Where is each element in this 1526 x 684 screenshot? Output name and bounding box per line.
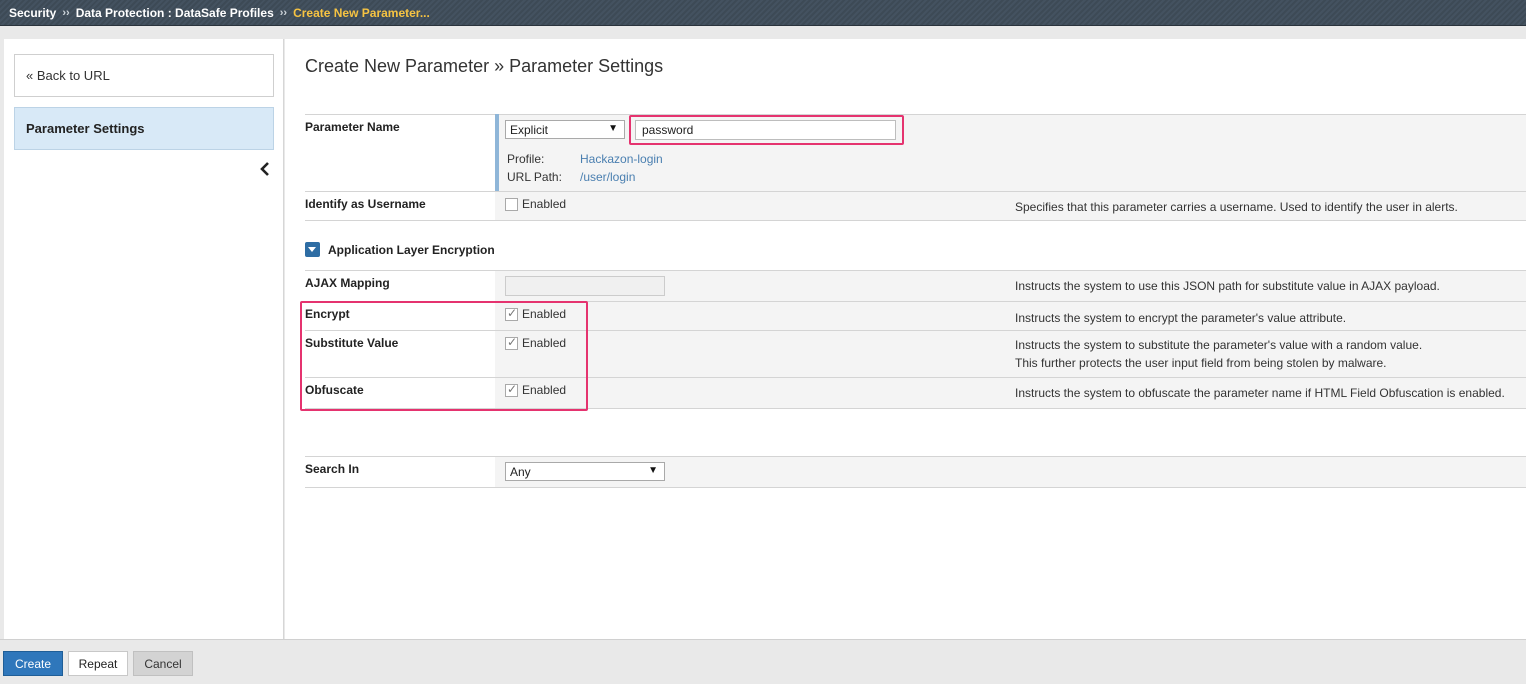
parameter-name-label: Parameter Name bbox=[305, 120, 400, 134]
profile-link[interactable]: Hackazon-login bbox=[580, 152, 663, 166]
obfuscate-field: Enabled bbox=[505, 382, 567, 397]
breadcrumb-current: Create New Parameter... bbox=[293, 5, 430, 20]
repeat-button[interactable]: Repeat bbox=[68, 651, 128, 676]
checkbox-label: Enabled bbox=[522, 307, 567, 321]
sidebar-item-parameter-settings[interactable]: Parameter Settings bbox=[14, 107, 274, 150]
main-panel: Create New Parameter » Parameter Setting… bbox=[285, 39, 1526, 639]
identify-username-field: Enabled bbox=[505, 197, 566, 211]
identify-username-label: Identify as Username bbox=[305, 197, 426, 211]
substitute-value-field: Enabled bbox=[505, 335, 567, 350]
search-in-selected: Any bbox=[510, 464, 531, 479]
substitute-value-checkbox bbox=[505, 335, 518, 350]
search-in-label: Search In bbox=[305, 462, 360, 476]
identify-username-checkbox[interactable] bbox=[505, 197, 518, 211]
cancel-button[interactable]: Cancel bbox=[133, 651, 193, 676]
search-in-select[interactable]: Any ▼ bbox=[505, 462, 665, 481]
obfuscate-description: Instructs the system to obfuscate the pa… bbox=[1015, 386, 1505, 400]
substitute-value-label: Substitute Value bbox=[305, 336, 399, 350]
breadcrumb: Security ›› Data Protection : DataSafe P… bbox=[0, 0, 1526, 26]
section-collapse-toggle-icon[interactable] bbox=[305, 242, 320, 257]
breadcrumb-item-datasafe-profiles[interactable]: Data Protection : DataSafe Profiles bbox=[76, 6, 274, 20]
parameter-type-selected: Explicit bbox=[510, 122, 549, 137]
encrypt-checkbox bbox=[505, 306, 518, 321]
checkbox-label: Enabled bbox=[522, 383, 567, 397]
breadcrumb-item-security[interactable]: Security bbox=[9, 6, 56, 20]
divider bbox=[305, 487, 1526, 488]
group-indicator-bar bbox=[495, 114, 499, 191]
sidebar: « Back to URL Parameter Settings bbox=[4, 39, 284, 639]
ajax-mapping-input bbox=[505, 276, 665, 296]
obfuscate-label: Obfuscate bbox=[305, 383, 364, 397]
ajax-mapping-label: AJAX Mapping bbox=[305, 276, 390, 290]
profile-label: Profile: bbox=[507, 152, 545, 166]
encrypt-field: Enabled bbox=[505, 306, 567, 321]
divider bbox=[305, 408, 1526, 409]
substitute-value-description-line-1: Instructs the system to substitute the p… bbox=[1015, 338, 1423, 352]
row-background bbox=[495, 302, 1526, 330]
identify-username-description: Specifies that this parameter carries a … bbox=[1015, 200, 1458, 214]
dropdown-arrow-icon: ▼ bbox=[608, 123, 618, 134]
substitute-value-description-line-2: This further protects the user input fie… bbox=[1015, 356, 1387, 370]
ajax-mapping-description: Instructs the system to use this JSON pa… bbox=[1015, 279, 1440, 293]
breadcrumb-separator: ›› bbox=[62, 6, 70, 19]
obfuscate-checkbox bbox=[505, 382, 518, 397]
checkbox-label: Enabled bbox=[522, 336, 567, 350]
encrypt-description: Instructs the system to encrypt the para… bbox=[1015, 311, 1347, 325]
url-path-link[interactable]: /user/login bbox=[580, 170, 635, 184]
dropdown-arrow-icon: ▼ bbox=[648, 465, 658, 476]
breadcrumb-separator: ›› bbox=[279, 6, 288, 19]
page-title: Create New Parameter » Parameter Setting… bbox=[305, 56, 664, 76]
ale-section-title: Application Layer Encryption bbox=[328, 243, 495, 257]
chevron-left-icon[interactable] bbox=[258, 161, 272, 177]
url-path-label: URL Path: bbox=[507, 170, 562, 184]
divider bbox=[305, 220, 1526, 221]
parameter-name-input[interactable]: password bbox=[635, 120, 896, 140]
back-to-url-button[interactable]: « Back to URL bbox=[14, 54, 274, 97]
checkbox-label: Enabled bbox=[522, 197, 567, 211]
parameter-type-select[interactable]: Explicit ▼ bbox=[505, 120, 625, 139]
encrypt-label: Encrypt bbox=[305, 307, 350, 321]
footer-actions: Create Repeat Cancel bbox=[0, 639, 1526, 684]
create-button[interactable]: Create bbox=[3, 651, 63, 676]
